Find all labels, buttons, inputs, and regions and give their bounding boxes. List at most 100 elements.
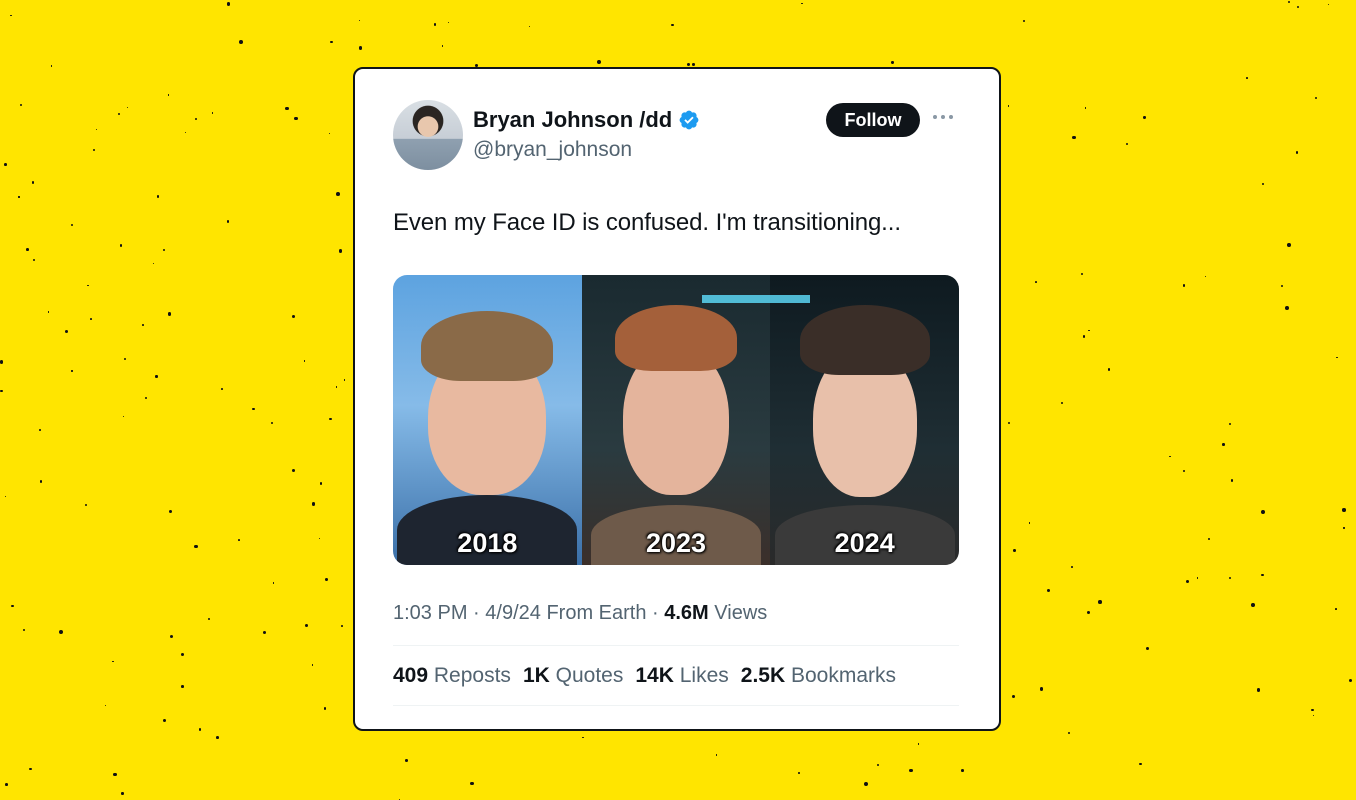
author-handle[interactable]: @bryan_johnson: [473, 138, 632, 162]
speck: [582, 736, 584, 739]
tweet-source: From Earth: [546, 602, 647, 624]
speck: [198, 727, 202, 731]
media-panel-2018: 2018: [393, 275, 582, 565]
tweet-text: Even my Face ID is confused. I'm transit…: [393, 209, 901, 236]
speck: [1012, 695, 1016, 698]
speck: [155, 375, 158, 378]
divider: [393, 705, 959, 706]
speck: [340, 625, 343, 627]
speck: [86, 284, 89, 287]
media-panel-2024: 2024: [770, 275, 959, 565]
tweet-date[interactable]: 4/9/24: [485, 602, 541, 624]
verified-badge-icon: [679, 110, 699, 130]
speck: [263, 630, 267, 635]
speck: [1029, 522, 1031, 524]
speck: [1072, 136, 1076, 140]
avatar[interactable]: [393, 100, 463, 170]
speck: [358, 46, 363, 50]
stat-count: 14K: [635, 664, 674, 687]
speck: [47, 311, 50, 313]
speck: [11, 605, 14, 608]
media-label-2018: 2018: [457, 528, 518, 558]
speck: [163, 719, 167, 723]
speck: [273, 582, 275, 584]
speck: [1204, 275, 1207, 278]
speck: [1336, 356, 1339, 359]
speck: [152, 262, 155, 264]
speck: [169, 634, 174, 639]
speck: [119, 244, 122, 247]
speck: [238, 40, 243, 44]
speck: [145, 397, 148, 400]
speck: [1082, 334, 1086, 338]
speck: [1146, 646, 1150, 650]
speck: [1035, 280, 1038, 283]
speck: [1281, 285, 1284, 288]
speck: [1261, 183, 1264, 185]
speck: [10, 14, 13, 17]
speck: [1182, 283, 1186, 287]
speck: [1080, 272, 1083, 276]
speck: [194, 545, 198, 549]
speck: [328, 133, 331, 135]
speck: [670, 23, 674, 27]
speck: [1228, 576, 1232, 579]
tweet-time[interactable]: 1:03 PM: [393, 602, 467, 624]
speck: [122, 415, 125, 418]
speck: [19, 103, 22, 106]
speck: [1013, 549, 1016, 553]
speck: [291, 314, 295, 318]
speck: [1230, 479, 1233, 482]
speck: [343, 379, 346, 381]
speck: [211, 112, 214, 115]
speck: [142, 323, 144, 326]
stat-reposts[interactable]: 409 Reposts: [393, 664, 511, 688]
speck: [1143, 116, 1146, 119]
follow-button[interactable]: Follow: [826, 103, 920, 137]
speck: [26, 247, 29, 251]
speck: [195, 117, 198, 120]
speck: [1139, 763, 1142, 766]
views-label: Views: [714, 602, 768, 624]
speck: [692, 62, 695, 66]
speck: [1088, 329, 1090, 331]
speck: [5, 495, 7, 497]
tweet-media[interactable]: 2018 2023 2024: [393, 275, 959, 565]
stat-likes[interactable]: 14K Likes: [635, 664, 728, 688]
speck: [1312, 714, 1315, 717]
speck: [1250, 603, 1255, 607]
speck: [1287, 242, 1291, 247]
speck: [237, 539, 240, 542]
speck: [1046, 589, 1050, 593]
speck: [3, 162, 7, 166]
more-horizontal-icon[interactable]: [933, 115, 955, 123]
speck: [311, 502, 316, 507]
author-display-name[interactable]: Bryan Johnson /dd: [473, 107, 672, 133]
speck: [961, 769, 965, 773]
speck: [1256, 688, 1261, 692]
speck: [311, 664, 314, 666]
speck: [127, 106, 129, 108]
stat-bookmarks[interactable]: 2.5K Bookmarks: [741, 664, 896, 688]
speck: [92, 149, 95, 151]
speck: [50, 65, 52, 67]
speck: [1261, 509, 1266, 514]
speck: [32, 258, 35, 261]
speck: [58, 629, 63, 634]
speck: [226, 2, 231, 6]
speck: [358, 19, 361, 21]
speck: [0, 389, 3, 393]
speck: [336, 192, 341, 197]
speck: [1261, 573, 1265, 577]
stat-count: 1K: [522, 664, 550, 687]
speck: [1125, 142, 1128, 145]
speck: [5, 782, 8, 786]
speck: [686, 62, 691, 67]
speck: [221, 387, 223, 390]
speck: [1196, 577, 1198, 579]
speck: [1039, 686, 1044, 691]
speck: [85, 504, 88, 507]
speck: [1348, 678, 1353, 682]
speck: [252, 407, 255, 411]
stat-quotes[interactable]: 1K Quotes: [523, 664, 623, 688]
